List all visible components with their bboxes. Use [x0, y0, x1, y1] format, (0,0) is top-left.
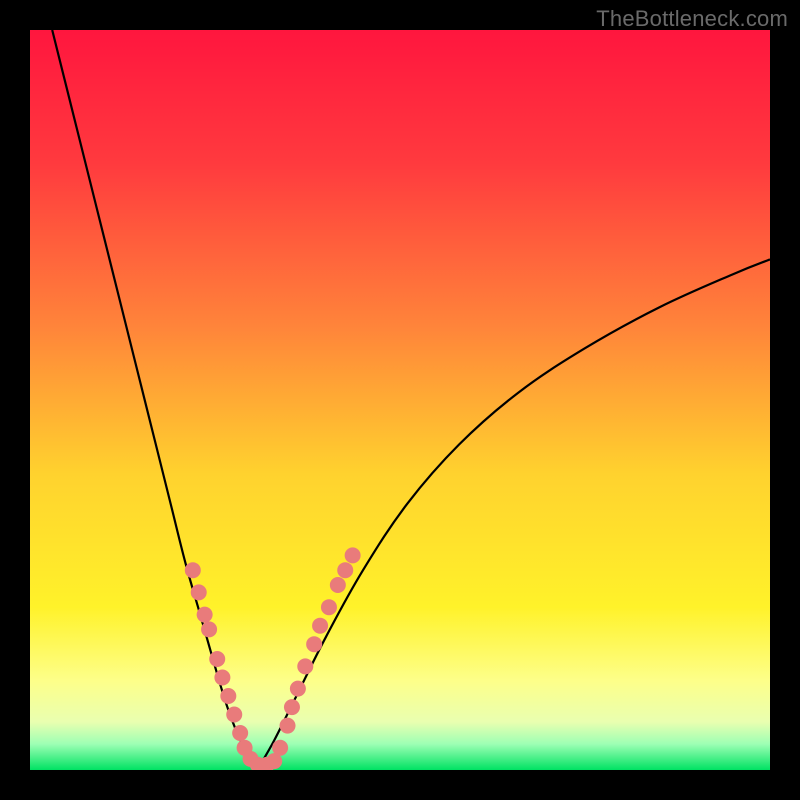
scatter-dot	[330, 577, 346, 593]
scatter-dot	[337, 562, 353, 578]
gradient-background	[30, 30, 770, 770]
scatter-dot	[297, 658, 313, 674]
scatter-dot	[201, 621, 217, 637]
scatter-dot	[284, 699, 300, 715]
scatter-dot	[306, 636, 322, 652]
scatter-dot	[191, 584, 207, 600]
scatter-dot	[209, 651, 225, 667]
scatter-dot	[290, 681, 306, 697]
scatter-dot	[321, 599, 337, 615]
scatter-dot	[232, 725, 248, 741]
chart-svg	[30, 30, 770, 770]
scatter-dot	[226, 707, 242, 723]
outer-frame: TheBottleneck.com	[0, 0, 800, 800]
scatter-dot	[185, 562, 201, 578]
scatter-dot	[220, 688, 236, 704]
plot-area	[30, 30, 770, 770]
scatter-dot	[272, 740, 288, 756]
scatter-dot	[345, 547, 361, 563]
watermark-text: TheBottleneck.com	[596, 6, 788, 32]
scatter-dot	[312, 618, 328, 634]
scatter-dot	[214, 670, 230, 686]
scatter-dot	[280, 718, 296, 734]
scatter-dot	[197, 607, 213, 623]
